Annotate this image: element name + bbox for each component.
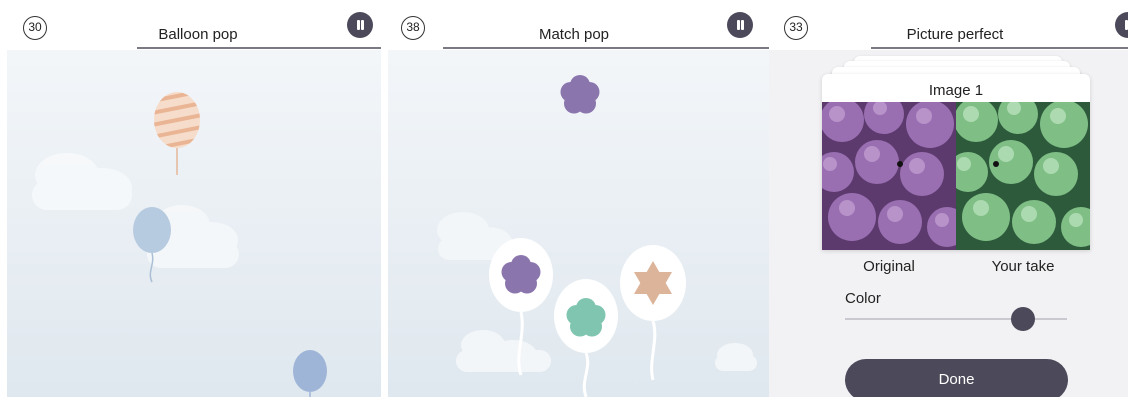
picture-perfect-panel: 33 Picture perfect Image 1 Original Your… bbox=[769, 0, 1128, 397]
pause-button[interactable] bbox=[347, 12, 373, 38]
panel-title: Picture perfect bbox=[906, 26, 1004, 43]
card-title: Image 1 bbox=[928, 82, 984, 99]
original-image bbox=[822, 102, 956, 250]
balloon[interactable] bbox=[147, 90, 207, 175]
cloud bbox=[456, 330, 551, 372]
play-area bbox=[7, 50, 381, 397]
done-button[interactable]: Done bbox=[845, 359, 1068, 397]
balloon[interactable] bbox=[554, 279, 618, 397]
timer-badge: 33 bbox=[784, 16, 808, 40]
timer-badge: 30 bbox=[23, 16, 47, 40]
balloon[interactable] bbox=[620, 245, 686, 381]
title-underline bbox=[871, 47, 1128, 49]
balloon-pop-panel: 30 Balloon pop bbox=[0, 0, 381, 397]
color-slider-knob[interactable] bbox=[1010, 307, 1035, 331]
balloon[interactable] bbox=[293, 350, 327, 397]
color-label: Color bbox=[845, 290, 881, 307]
panel-title: Match pop bbox=[538, 26, 610, 43]
original-label: Original bbox=[863, 258, 915, 275]
balloon[interactable] bbox=[133, 207, 171, 283]
cloud bbox=[715, 343, 757, 371]
your-take-image bbox=[956, 102, 1090, 250]
image-card: Image 1 bbox=[822, 74, 1090, 250]
pause-button[interactable] bbox=[1115, 12, 1128, 38]
your-take-label: Your take bbox=[991, 258, 1055, 275]
pause-button[interactable] bbox=[727, 12, 753, 38]
flower-shape bbox=[560, 75, 600, 114]
cloud bbox=[32, 153, 132, 210]
title-underline bbox=[137, 47, 381, 49]
play-area bbox=[388, 50, 769, 397]
panel-title: Balloon pop bbox=[158, 26, 238, 43]
title-underline bbox=[443, 47, 769, 49]
match-pop-panel: 38 Match pop bbox=[381, 0, 769, 397]
timer-badge: 38 bbox=[401, 16, 425, 40]
